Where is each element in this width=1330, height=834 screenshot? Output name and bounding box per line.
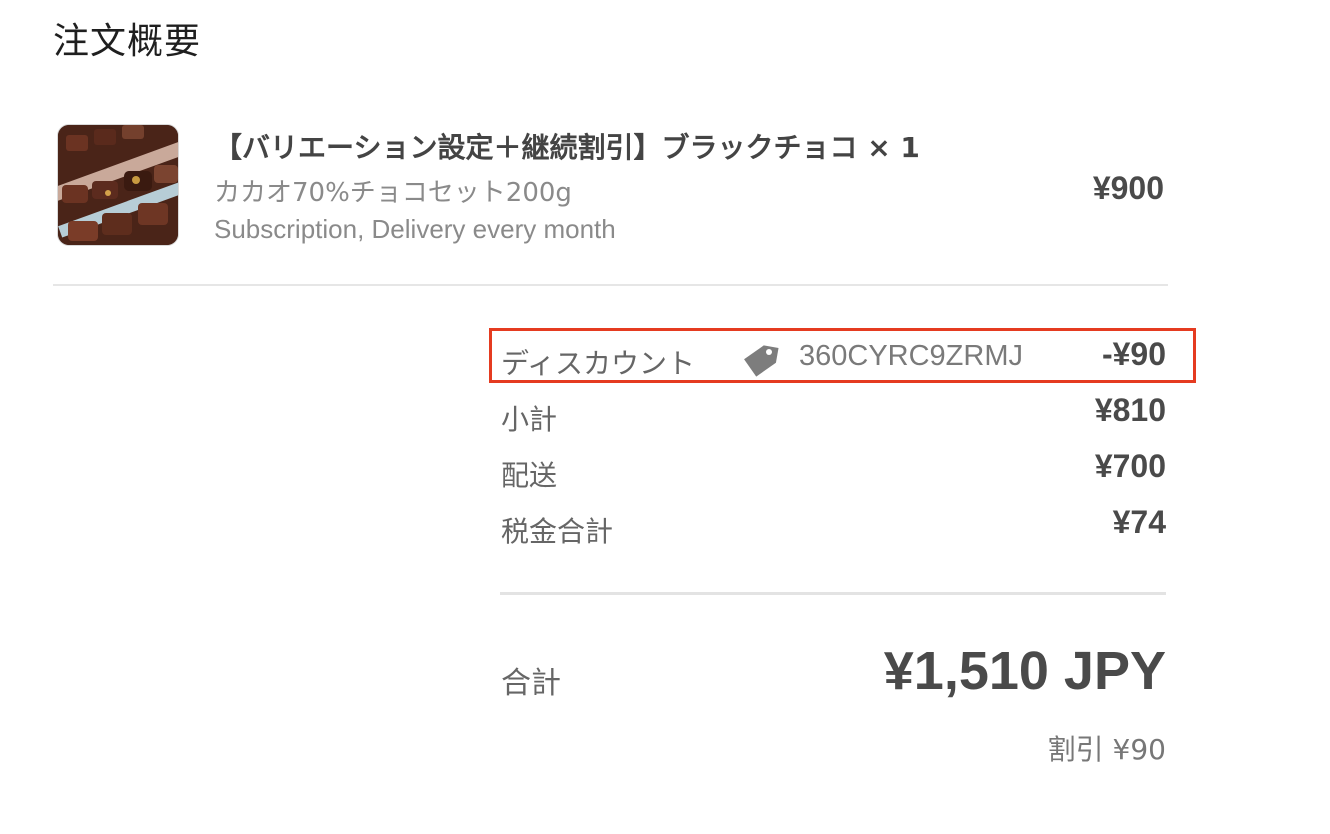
tax-row: 税金合計 ¥74 — [501, 504, 1166, 548]
tag-icon — [744, 345, 779, 377]
discount-amount: -¥90 — [1101, 336, 1166, 372]
shipping-amount: ¥700 — [1094, 448, 1166, 484]
discount-label: ディスカウント — [501, 347, 696, 380]
total-amount: ¥1,510 JPY — [883, 641, 1166, 701]
subtotal-label: 小計 — [501, 403, 558, 436]
total-savings: 割引 ¥90 — [1047, 733, 1166, 766]
product-variant: カカオ70%チョコセット200g — [214, 178, 572, 208]
page-title: 注文概要 — [53, 21, 202, 62]
tax-amount: ¥74 — [1112, 504, 1166, 540]
discount-row: ディスカウント 360CYRC9ZRMJ -¥90 — [501, 336, 1166, 380]
shipping-row: 配送 ¥700 — [501, 448, 1166, 492]
product-price: ¥900 — [1092, 170, 1164, 206]
discount-code: 360CYRC9ZRMJ — [799, 340, 1023, 372]
product-subscription-plan: Subscription, Delivery every month — [214, 214, 616, 244]
subtotal-amount: ¥810 — [1094, 392, 1166, 428]
subtotal-row: 小計 ¥810 — [501, 392, 1166, 436]
total-label: 合計 — [501, 666, 561, 701]
chocolate-box-image — [58, 125, 178, 245]
tax-label: 税金合計 — [501, 515, 614, 548]
divider — [500, 592, 1166, 595]
order-summary-page: 注文概要 【バリエーション設定＋継続割引】ブラックチョコ × 1 カカオ70%チ… — [0, 0, 1330, 834]
product-name: 【バリエーション設定＋継続割引】ブラックチョコ × 1 — [214, 131, 920, 164]
shipping-label: 配送 — [501, 459, 558, 492]
product-thumbnail — [57, 124, 179, 246]
divider — [53, 284, 1168, 286]
